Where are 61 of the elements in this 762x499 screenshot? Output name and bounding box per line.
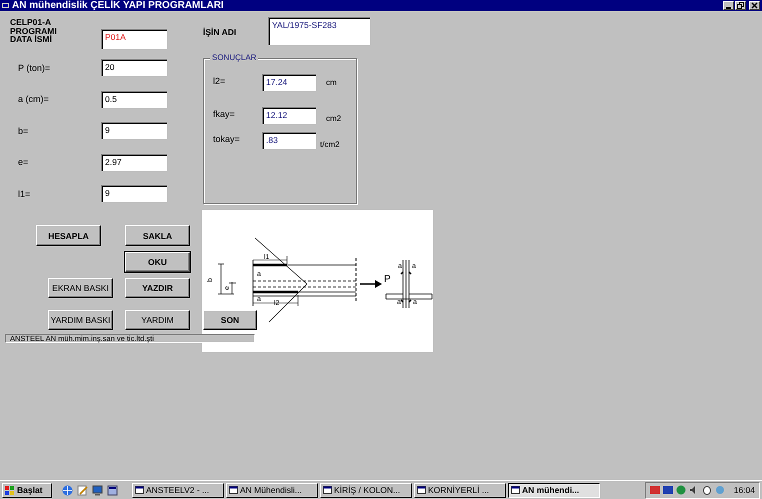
result-field: 17.24: [262, 74, 316, 91]
command-button[interactable]: HESAPLA: [36, 225, 101, 246]
unit-label: cm2: [326, 113, 342, 123]
job-name-field[interactable]: YAL/1975-SF283: [268, 17, 370, 45]
mouse-icon[interactable]: [702, 485, 712, 495]
exit-button[interactable]: SON: [203, 310, 257, 330]
job-label: İŞİN ADI: [203, 26, 238, 39]
close-button[interactable]: [749, 1, 760, 10]
window-icon: [135, 486, 144, 494]
taskbar-task[interactable]: KORNİYERLİ ...: [414, 482, 506, 498]
t-section-drawing: [386, 260, 432, 308]
field-label: P (ton)=: [17, 62, 52, 72]
restore-button[interactable]: [735, 1, 746, 10]
command-button[interactable]: EKRAN BASKI: [48, 278, 113, 298]
command-button[interactable]: YARDIM BASKI: [48, 310, 113, 330]
monitor-icon[interactable]: [92, 484, 103, 496]
unit-label: t/cm2: [320, 139, 340, 149]
taskbar-task[interactable]: AN mühendi...: [508, 482, 600, 498]
dimension-label: P: [384, 274, 391, 285]
window-icon: [323, 486, 332, 494]
result-label: l2=: [213, 75, 226, 86]
taskbar-task[interactable]: AN Mühendisli...: [226, 482, 318, 498]
result-label: fkay=: [213, 108, 236, 119]
command-button[interactable]: OKU: [125, 252, 190, 272]
program-label: CELP01-A PROGRAMI DATA İSMİ: [9, 18, 58, 46]
result-field: .83: [262, 132, 316, 149]
taskbar-task[interactable]: KİRİŞ / KOLON...: [320, 482, 412, 498]
clock: 16:04: [734, 485, 755, 495]
result-field: 12.12: [262, 107, 316, 124]
field-label: l1=: [17, 188, 32, 198]
start-button[interactable]: Başlat: [2, 482, 52, 498]
tray-icon[interactable]: [650, 485, 660, 495]
windows-logo-icon: [5, 486, 15, 494]
close-icon: [751, 2, 758, 9]
command-button[interactable]: SAKLA: [125, 225, 190, 246]
group-title: SONUÇLAR: [210, 53, 258, 62]
window-icon: [417, 486, 426, 494]
field-label: e=: [17, 157, 30, 167]
pen-icon[interactable]: [77, 484, 88, 496]
window-icon[interactable]: [107, 484, 118, 496]
window-icon: [2, 2, 9, 9]
unit-label: cm: [326, 77, 337, 87]
input-field[interactable]: 2.97: [101, 154, 167, 170]
command-button[interactable]: YARDIM: [125, 310, 190, 330]
field-label: b=: [17, 126, 30, 136]
dimension-drawing: [218, 264, 236, 294]
arrow-icon: [360, 280, 382, 288]
minimize-button[interactable]: [723, 1, 734, 10]
window-icon: [511, 486, 520, 494]
input-field[interactable]: 9: [101, 122, 167, 139]
input-field[interactable]: 9: [101, 185, 167, 202]
taskbar-task[interactable]: ANSTEELV2 - ...: [132, 482, 224, 498]
data-name-field[interactable]: P01A: [101, 29, 167, 49]
window-icon: [229, 486, 238, 494]
restore-icon: [737, 2, 744, 9]
result-label: tokay=: [213, 133, 241, 144]
input-field[interactable]: 0.5: [101, 90, 167, 108]
input-field[interactable]: 20: [101, 59, 167, 76]
command-button[interactable]: YAZDIR: [125, 278, 190, 298]
field-label: a (cm)=: [17, 94, 50, 104]
tray-icon[interactable]: [662, 485, 673, 495]
